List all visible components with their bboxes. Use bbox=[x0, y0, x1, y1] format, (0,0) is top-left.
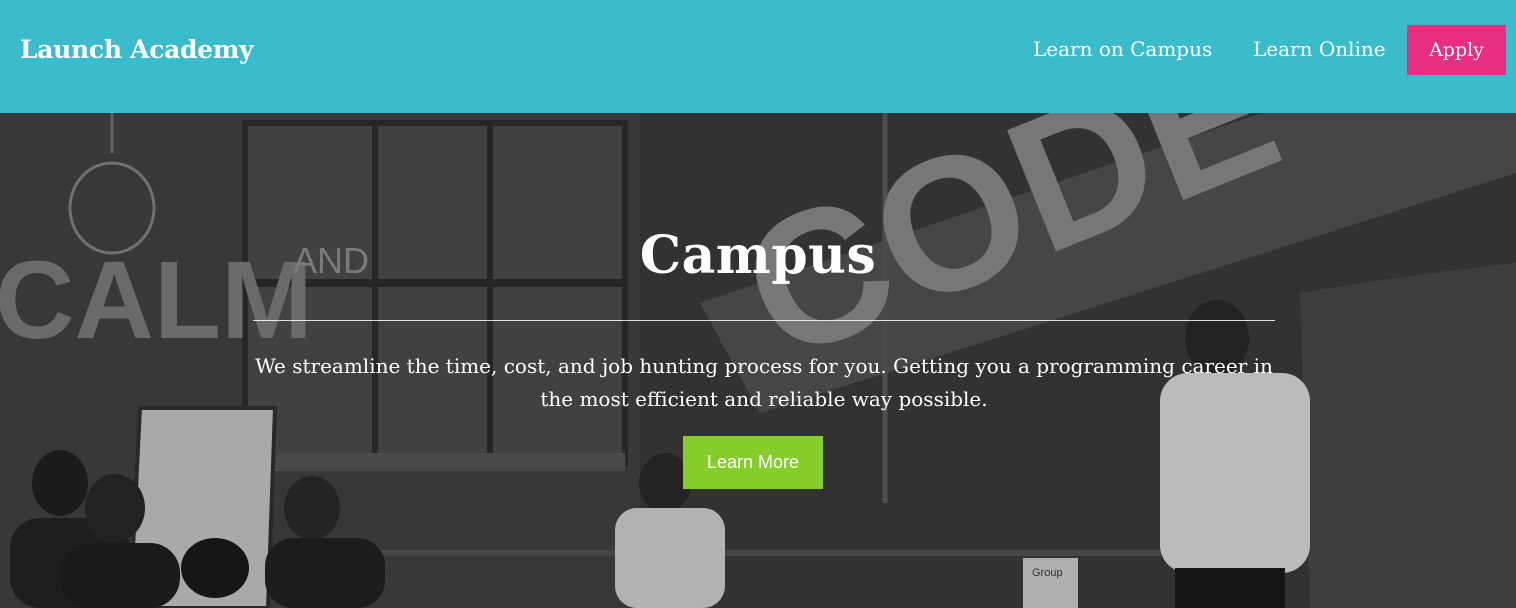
nav-learn-online[interactable]: Learn Online bbox=[1253, 37, 1386, 61]
group-sign-text: Group bbox=[1032, 567, 1063, 579]
hero-title: Campus bbox=[639, 225, 877, 286]
top-navbar: Launch Academy Learn on Campus Learn Onl… bbox=[0, 0, 1516, 113]
learn-more-button[interactable]: Learn More bbox=[683, 436, 823, 489]
nav-learn-on-campus[interactable]: Learn on Campus bbox=[1033, 37, 1212, 61]
brand-logo-link[interactable]: Launch Academy bbox=[20, 35, 254, 64]
apply-button[interactable]: Apply bbox=[1407, 25, 1506, 75]
hero-divider bbox=[253, 320, 1275, 321]
hero-description: We streamline the time, cost, and job hu… bbox=[255, 354, 1273, 411]
